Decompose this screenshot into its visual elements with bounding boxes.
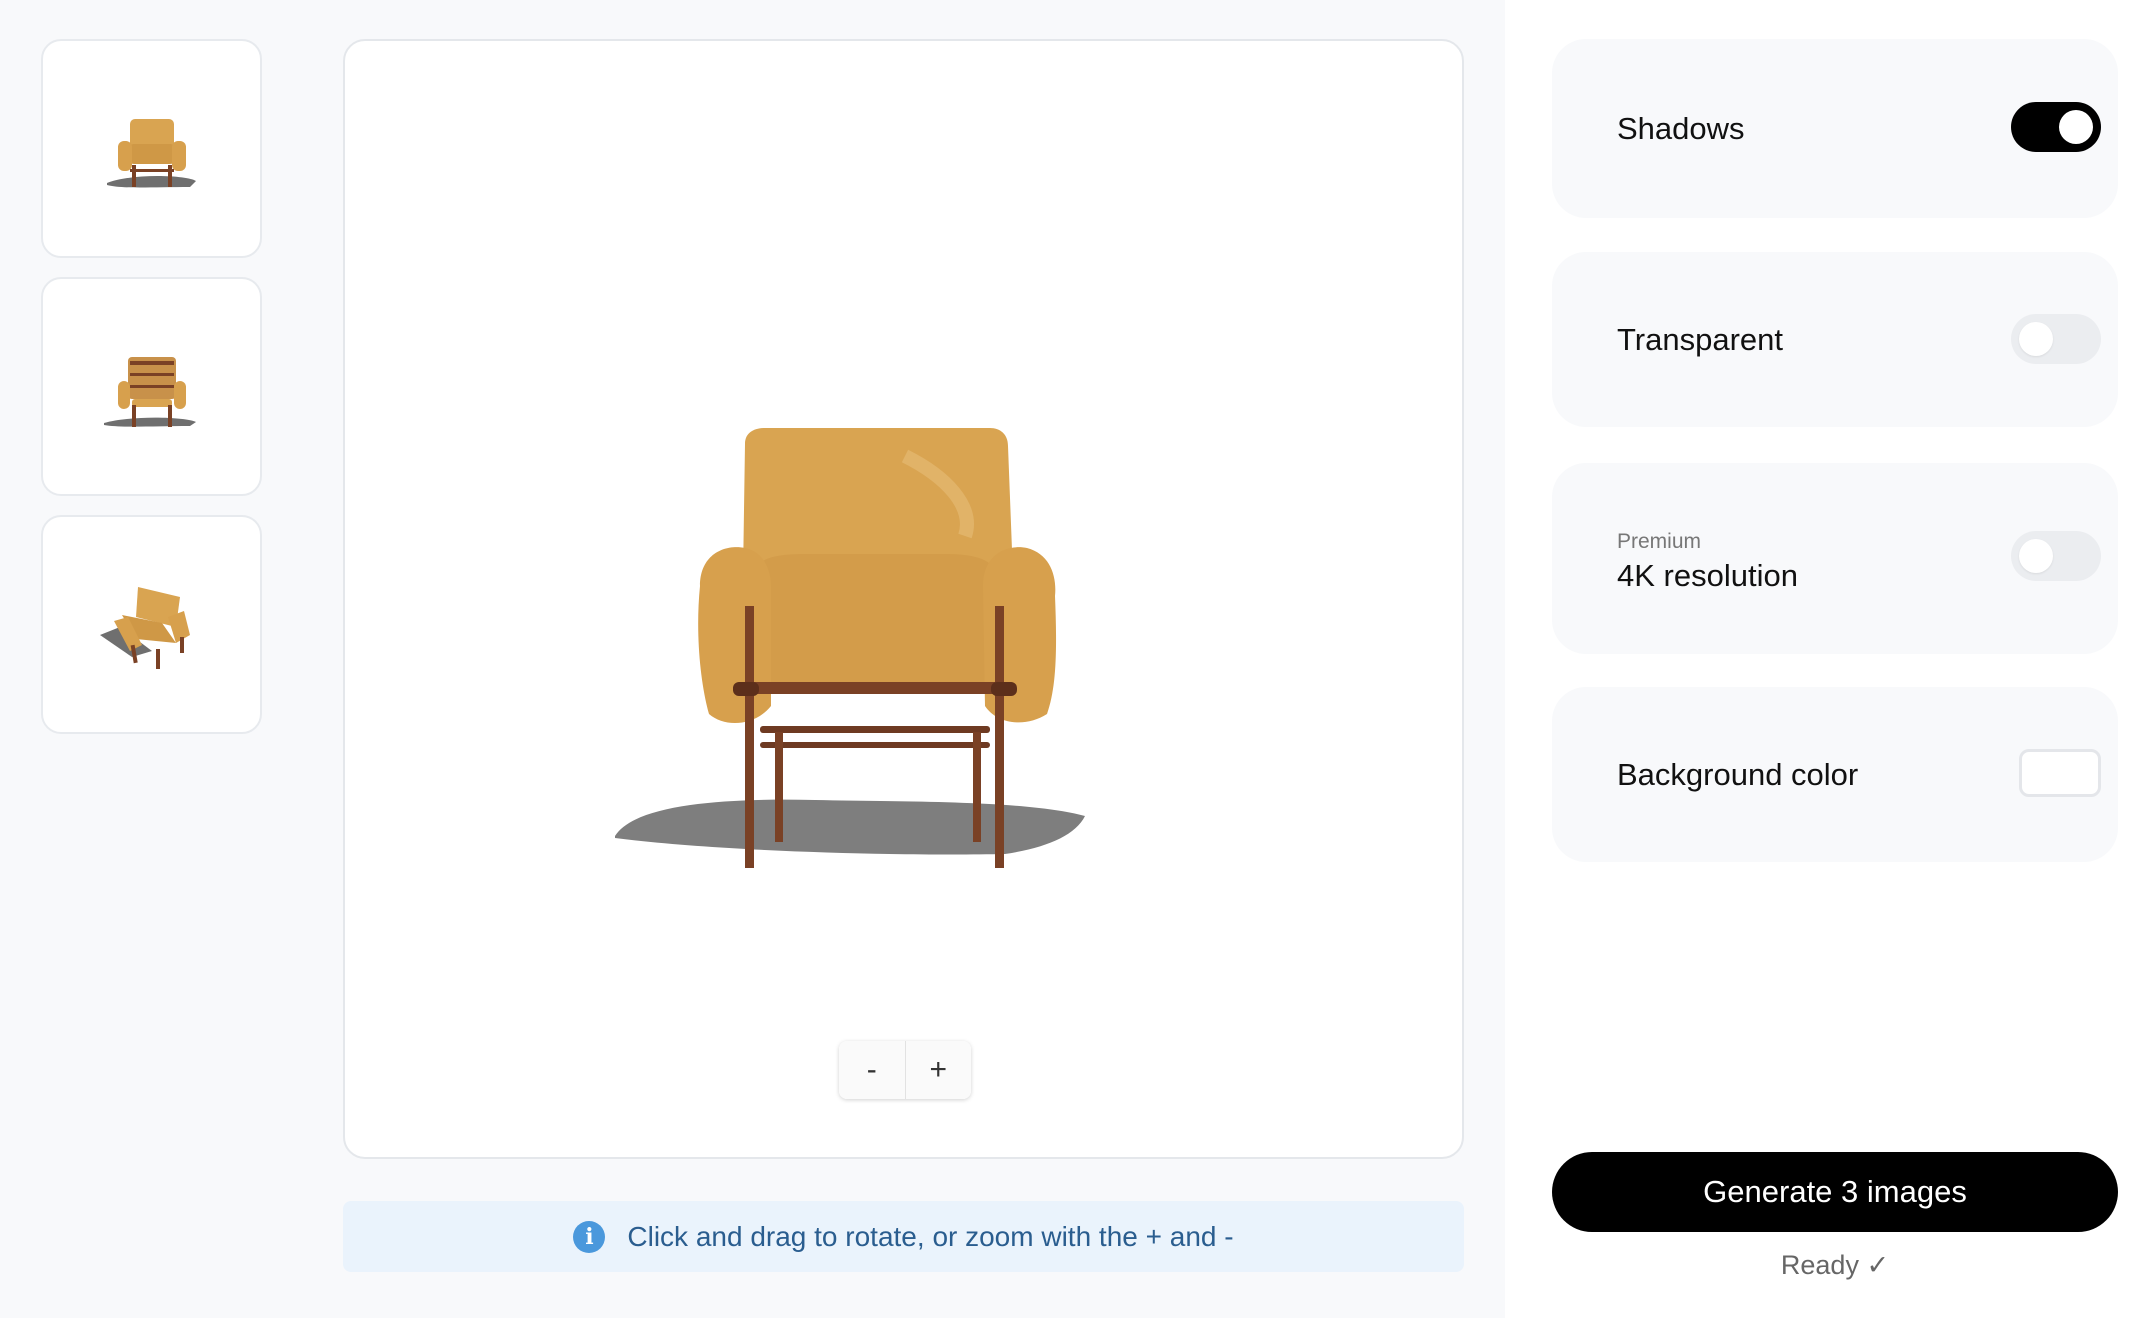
help-text: Click and drag to rotate, or zoom with t… <box>627 1220 1234 1252</box>
transparent-label: Transparent <box>1617 322 1783 357</box>
generate-button[interactable]: Generate 3 images <box>1552 1152 2118 1232</box>
transparent-toggle[interactable] <box>2011 314 2101 364</box>
premium-label: Premium <box>1617 530 1702 553</box>
thumbnail-back-view[interactable] <box>41 277 262 496</box>
preview-area: - + i Click and drag to rotate, or zoom … <box>0 0 1505 1318</box>
toggle-knob <box>2059 110 2093 144</box>
shadows-option: Shadows <box>1552 39 2118 218</box>
zoom-in-button[interactable]: + <box>905 1041 971 1099</box>
background-color-swatch[interactable] <box>2019 749 2101 797</box>
shadows-label: Shadows <box>1617 111 1745 146</box>
chair-model-icon <box>615 428 1085 868</box>
zoom-out-button[interactable]: - <box>839 1041 906 1099</box>
resolution-label: 4K resolution <box>1617 558 1798 593</box>
resolution-option: Premium 4K resolution <box>1552 463 2118 654</box>
toggle-knob <box>2019 322 2053 356</box>
toggle-knob <box>2019 539 2053 573</box>
help-banner: i Click and drag to rotate, or zoom with… <box>343 1201 1464 1272</box>
settings-panel: Shadows Transparent Premium 4K resolutio… <box>1505 0 2152 1318</box>
status-text: Ready ✓ <box>1780 1250 1890 1280</box>
3d-viewer[interactable]: - + <box>343 39 1464 1159</box>
info-icon: i <box>573 1220 606 1253</box>
background-color-label: Background color <box>1617 757 1859 792</box>
transparent-option: Transparent <box>1552 252 2118 427</box>
shadows-toggle[interactable] <box>2011 102 2101 152</box>
zoom-controls: - + <box>839 1041 971 1099</box>
background-color-option: Background color <box>1552 687 2118 862</box>
thumbnail-angled-view[interactable] <box>41 515 262 734</box>
chair-front-icon <box>106 118 196 187</box>
thumbnail-front-view[interactable] <box>41 39 262 258</box>
resolution-toggle[interactable] <box>2011 531 2101 581</box>
chair-angled-icon <box>99 586 190 669</box>
chair-back-icon <box>103 356 196 427</box>
